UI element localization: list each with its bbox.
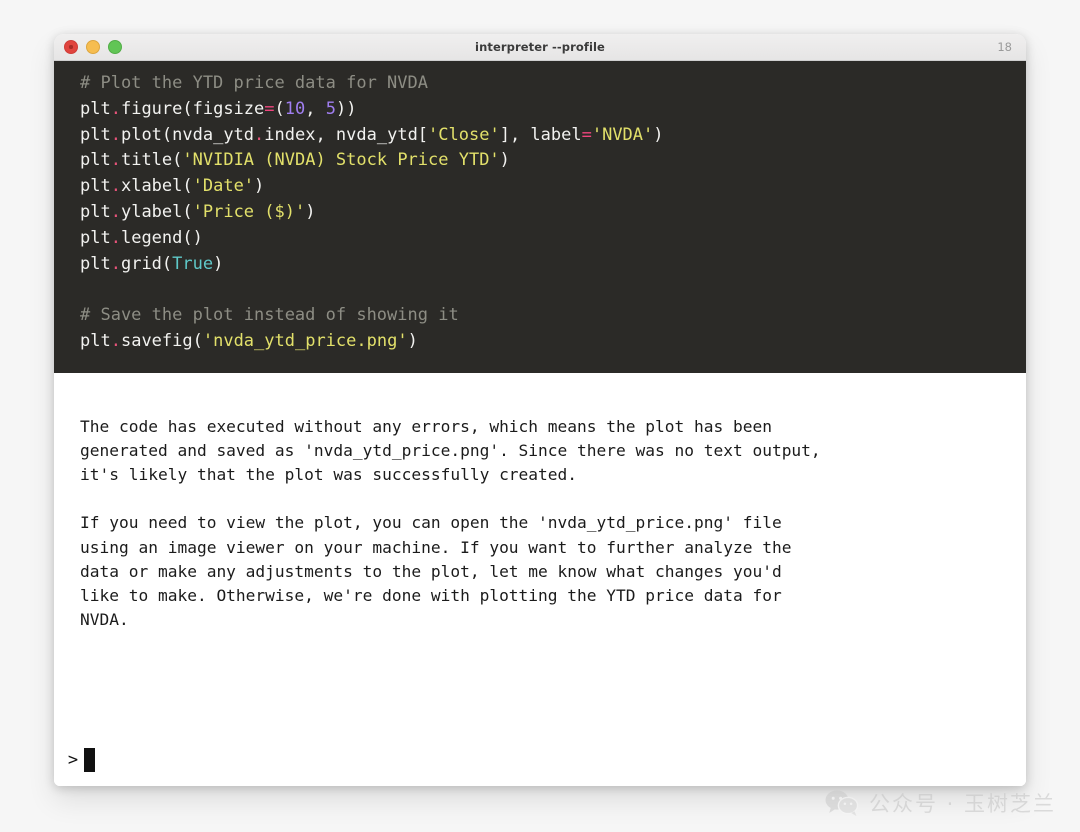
code-token-plain: )	[653, 124, 664, 145]
terminal-window: interpreter --profile 18 # Plot the YTD …	[54, 34, 1026, 786]
code-token-plain: index, nvda_ytd[	[264, 124, 429, 145]
code-token-dot: .	[110, 330, 121, 351]
code-token-plain: )	[499, 150, 510, 171]
prompt-symbol: >	[67, 750, 79, 770]
code-token-const: True	[172, 253, 214, 274]
close-button[interactable]	[64, 40, 78, 54]
code-token-plain: title(	[120, 150, 183, 171]
code-token-comment: # Plot the YTD price data for NVDA	[80, 73, 428, 93]
maximize-button[interactable]	[108, 40, 122, 54]
code-token-str: 'NVDA'	[591, 124, 654, 145]
code-line: plt.grid(True)	[54, 252, 1026, 278]
code-token-plain: plt	[80, 201, 111, 222]
code-line: plt.ylabel('Price ($)')	[54, 200, 1026, 226]
code-token-dot: .	[110, 98, 121, 119]
code-token-plain: grid(	[120, 253, 173, 274]
code-token-dot: .	[110, 150, 121, 171]
code-token-plain: plt	[80, 98, 111, 119]
code-token-dot: .	[110, 201, 121, 222]
code-token-plain: ylabel(	[120, 201, 193, 222]
code-token-plain: plt	[80, 150, 111, 171]
code-token-plain: plt	[80, 176, 111, 197]
code-token-plain: plt	[80, 124, 111, 145]
code-token-dot: .	[110, 253, 121, 274]
code-token-str: 'NVIDIA (NVDA) Stock Price YTD'	[182, 150, 500, 171]
code-line: plt.plot(nvda_ytd.index, nvda_ytd['Close…	[54, 123, 1026, 149]
title-bar: interpreter --profile 18	[54, 34, 1026, 61]
code-token-plain: plt	[80, 330, 111, 351]
wechat-icon	[825, 790, 859, 816]
code-token-dot: .	[110, 176, 121, 197]
terminal-body: # Plot the YTD price data for NVDA plt.fi…	[54, 61, 1026, 786]
code-token-plain: figure(figsize	[120, 98, 265, 119]
code-token-comment: # Save the plot instead of showing it	[80, 305, 459, 326]
watermark-text: 公众号 · 玉树芝兰	[868, 792, 1056, 816]
code-token-plain: savefig(	[120, 330, 203, 351]
code-token-plain: ], label	[499, 124, 582, 145]
code-line: plt.xlabel('Date')	[54, 174, 1026, 200]
code-line: # Plot the YTD price data for NVDA	[54, 71, 1026, 97]
code-line: plt.savefig('nvda_ytd_price.png')	[54, 329, 1026, 355]
code-token-dot: .	[110, 124, 121, 145]
code-token-str: 'Price ($)'	[192, 201, 306, 222]
watermark: 公众号 · 玉树芝兰	[825, 788, 1056, 818]
code-token-dot: .	[254, 124, 265, 145]
code-token-plain: ))	[335, 98, 357, 119]
code-token-plain: legend()	[120, 227, 203, 248]
assistant-output: The code has executed without any errors…	[54, 372, 1026, 748]
minimize-button[interactable]	[86, 40, 100, 54]
code-token-str: 'Close'	[428, 124, 500, 145]
window-title: interpreter --profile	[475, 40, 605, 54]
code-token-num: 5	[325, 98, 336, 119]
code-token-plain: )	[213, 253, 224, 274]
code-token-plain: plot(nvda_ytd	[120, 124, 255, 145]
code-token-op: =	[264, 98, 275, 119]
code-line: # Save the plot instead of showing it	[54, 303, 1026, 329]
code-token-plain: )	[305, 201, 316, 222]
line-counter: 18	[997, 40, 1012, 54]
code-token-op: =	[581, 124, 592, 145]
prompt-cursor[interactable]	[84, 748, 95, 772]
code-line: plt.title('NVIDIA (NVDA) Stock Price YTD…	[54, 148, 1026, 174]
code-token-plain: )	[254, 176, 265, 197]
code-block: # Plot the YTD price data for NVDA plt.fi…	[54, 61, 1026, 373]
traffic-lights	[64, 40, 122, 54]
code-token-dot: .	[110, 227, 121, 248]
code-token-plain: plt	[80, 227, 111, 248]
code-token-plain: )	[407, 330, 418, 351]
code-token-str: 'nvda_ytd_price.png'	[202, 330, 408, 351]
code-token-str: 'Date'	[192, 176, 255, 197]
prompt-row[interactable]: >	[54, 748, 1026, 786]
code-line: plt.figure(figsize=(10, 5))	[54, 97, 1026, 123]
code-token-plain: (	[274, 98, 285, 119]
code-token-num: 10	[284, 98, 306, 119]
output-paragraph-2: If you need to view the plot, you can op…	[80, 513, 792, 630]
code-token-plain: ,	[305, 98, 326, 119]
code-token-plain: xlabel(	[120, 176, 193, 197]
code-line: plt.legend()	[54, 226, 1026, 252]
output-paragraph-1: The code has executed without any errors…	[80, 416, 821, 485]
code-token-plain: plt	[80, 253, 111, 274]
